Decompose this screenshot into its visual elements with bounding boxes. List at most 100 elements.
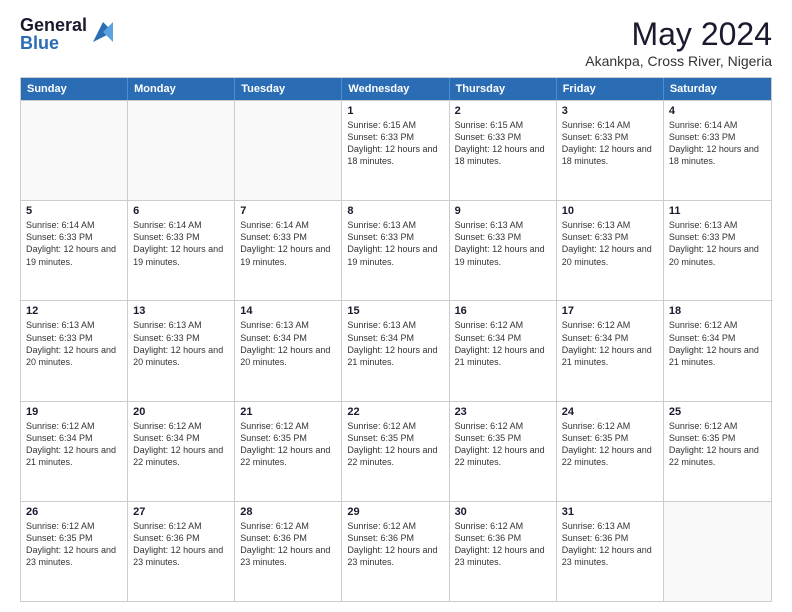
day-info: Sunrise: 6:14 AMSunset: 6:33 PMDaylight:…: [562, 119, 658, 168]
calendar-cell: 7Sunrise: 6:14 AMSunset: 6:33 PMDaylight…: [235, 201, 342, 300]
calendar-cell: [235, 101, 342, 200]
day-info: Sunrise: 6:13 AMSunset: 6:33 PMDaylight:…: [133, 319, 229, 368]
day-number: 12: [26, 305, 122, 317]
day-number: 23: [455, 406, 551, 418]
calendar-cell: 5 Sunrise: 6:14 AMSunset: 6:33 PMDaylight…: [21, 201, 128, 300]
day-number: 18: [669, 305, 766, 317]
calendar-cell: 29 Sunrise: 6:12 AMSunset: 6:36 PMDayligh…: [342, 502, 449, 601]
month-year: May 2024: [585, 16, 772, 53]
day-info: Sunrise: 6:13 AMSunset: 6:33 PMDaylight:…: [562, 219, 658, 268]
calendar-cell: 19 Sunrise: 6:12 AMSunset: 6:34 PMDayligh…: [21, 402, 128, 501]
calendar-header-cell: Thursday: [450, 78, 557, 100]
calendar-cell: 17 Sunrise: 6:12 AMSunset: 6:34 PMDayligh…: [557, 301, 664, 400]
calendar-header-cell: Wednesday: [342, 78, 449, 100]
day-number: 5: [26, 205, 122, 217]
day-info: Sunrise: 6:14 AMSunset: 6:33 PMDaylight:…: [26, 219, 122, 268]
day-number: 19: [26, 406, 122, 418]
calendar-cell: 20 Sunrise: 6:12 AMSunset: 6:34 PMDayligh…: [128, 402, 235, 501]
day-info: Sunrise: 6:12 AMSunset: 6:36 PMDaylight:…: [133, 520, 229, 569]
day-number: 7: [240, 205, 336, 217]
calendar-header-cell: Monday: [128, 78, 235, 100]
header: General Blue May 2024 Akankpa, Cross Riv…: [20, 16, 772, 69]
day-number: 6: [133, 205, 229, 217]
calendar-cell: 25Sunrise: 6:12 AMSunset: 6:35 PMDayligh…: [664, 402, 771, 501]
calendar-cell: 10 Sunrise: 6:13 AMSunset: 6:33 PMDayligh…: [557, 201, 664, 300]
calendar-cell: 23 Sunrise: 6:12 AMSunset: 6:35 PMDayligh…: [450, 402, 557, 501]
day-number: 26: [26, 506, 122, 518]
calendar-cell: 31Sunrise: 6:13 AMSunset: 6:36 PMDayligh…: [557, 502, 664, 601]
day-info: Sunrise: 6:12 AMSunset: 6:35 PMDaylight:…: [455, 420, 551, 469]
day-info: Sunrise: 6:14 AMSunset: 6:33 PMDaylight:…: [669, 119, 766, 168]
day-info: Sunrise: 6:12 AMSunset: 6:35 PMDaylight:…: [669, 420, 766, 469]
day-number: 20: [133, 406, 229, 418]
calendar-cell: 1Sunrise: 6:15 AMSunset: 6:33 PMDaylight…: [342, 101, 449, 200]
day-info: Sunrise: 6:14 AMSunset: 6:33 PMDaylight:…: [133, 219, 229, 268]
day-info: Sunrise: 6:12 AMSunset: 6:34 PMDaylight:…: [133, 420, 229, 469]
calendar-row: 1Sunrise: 6:15 AMSunset: 6:33 PMDaylight…: [21, 100, 771, 200]
day-number: 4: [669, 105, 766, 117]
day-info: Sunrise: 6:12 AMSunset: 6:36 PMDaylight:…: [240, 520, 336, 569]
day-info: Sunrise: 6:13 AMSunset: 6:33 PMDaylight:…: [669, 219, 766, 268]
day-info: Sunrise: 6:12 AMSunset: 6:34 PMDaylight:…: [562, 319, 658, 368]
day-info: Sunrise: 6:12 AMSunset: 6:35 PMDaylight:…: [347, 420, 443, 469]
logo-text: General Blue: [20, 16, 87, 52]
calendar-cell: 22Sunrise: 6:12 AMSunset: 6:35 PMDayligh…: [342, 402, 449, 501]
logo: General Blue: [20, 16, 117, 52]
calendar-header-cell: Tuesday: [235, 78, 342, 100]
calendar-row: 19 Sunrise: 6:12 AMSunset: 6:34 PMDayligh…: [21, 401, 771, 501]
calendar-cell: 15 Sunrise: 6:13 AMSunset: 6:34 PMDayligh…: [342, 301, 449, 400]
day-info: Sunrise: 6:12 AMSunset: 6:35 PMDaylight:…: [562, 420, 658, 469]
calendar-cell: 16Sunrise: 6:12 AMSunset: 6:34 PMDayligh…: [450, 301, 557, 400]
day-number: 17: [562, 305, 658, 317]
calendar-cell: 8 Sunrise: 6:13 AMSunset: 6:33 PMDaylight…: [342, 201, 449, 300]
day-number: 2: [455, 105, 551, 117]
day-info: Sunrise: 6:13 AMSunset: 6:34 PMDaylight:…: [347, 319, 443, 368]
calendar-row: 5 Sunrise: 6:14 AMSunset: 6:33 PMDaylight…: [21, 200, 771, 300]
calendar-row: 26 Sunrise: 6:12 AMSunset: 6:35 PMDayligh…: [21, 501, 771, 601]
day-number: 27: [133, 506, 229, 518]
calendar-cell: [21, 101, 128, 200]
calendar-cell: 6 Sunrise: 6:14 AMSunset: 6:33 PMDaylight…: [128, 201, 235, 300]
day-info: Sunrise: 6:12 AMSunset: 6:36 PMDaylight:…: [347, 520, 443, 569]
calendar-header-cell: Friday: [557, 78, 664, 100]
day-info: Sunrise: 6:12 AMSunset: 6:35 PMDaylight:…: [26, 520, 122, 569]
calendar-cell: 11 Sunrise: 6:13 AMSunset: 6:33 PMDayligh…: [664, 201, 771, 300]
day-info: Sunrise: 6:13 AMSunset: 6:33 PMDaylight:…: [455, 219, 551, 268]
calendar-body: 1Sunrise: 6:15 AMSunset: 6:33 PMDaylight…: [21, 100, 771, 601]
day-info: Sunrise: 6:15 AMSunset: 6:33 PMDaylight:…: [347, 119, 443, 168]
calendar-header: SundayMondayTuesdayWednesdayThursdayFrid…: [21, 78, 771, 100]
calendar-cell: 28 Sunrise: 6:12 AMSunset: 6:36 PMDayligh…: [235, 502, 342, 601]
day-number: 15: [347, 305, 443, 317]
day-number: 11: [669, 205, 766, 217]
day-number: 29: [347, 506, 443, 518]
calendar-cell: [664, 502, 771, 601]
day-number: 9: [455, 205, 551, 217]
day-info: Sunrise: 6:12 AMSunset: 6:36 PMDaylight:…: [455, 520, 551, 569]
day-info: Sunrise: 6:12 AMSunset: 6:34 PMDaylight:…: [669, 319, 766, 368]
day-number: 10: [562, 205, 658, 217]
day-number: 24: [562, 406, 658, 418]
location: Akankpa, Cross River, Nigeria: [585, 53, 772, 69]
day-info: Sunrise: 6:12 AMSunset: 6:34 PMDaylight:…: [26, 420, 122, 469]
calendar-cell: 27 Sunrise: 6:12 AMSunset: 6:36 PMDayligh…: [128, 502, 235, 601]
day-info: Sunrise: 6:13 AMSunset: 6:33 PMDaylight:…: [347, 219, 443, 268]
logo-blue: Blue: [20, 34, 87, 52]
day-number: 28: [240, 506, 336, 518]
calendar: SundayMondayTuesdayWednesdayThursdayFrid…: [20, 77, 772, 602]
calendar-cell: 21Sunrise: 6:12 AMSunset: 6:35 PMDayligh…: [235, 402, 342, 501]
title-block: May 2024 Akankpa, Cross River, Nigeria: [585, 16, 772, 69]
day-info: Sunrise: 6:13 AMSunset: 6:33 PMDaylight:…: [26, 319, 122, 368]
day-info: Sunrise: 6:15 AMSunset: 6:33 PMDaylight:…: [455, 119, 551, 168]
day-number: 8: [347, 205, 443, 217]
calendar-cell: 30 Sunrise: 6:12 AMSunset: 6:36 PMDayligh…: [450, 502, 557, 601]
calendar-header-cell: Sunday: [21, 78, 128, 100]
day-number: 30: [455, 506, 551, 518]
calendar-cell: 2 Sunrise: 6:15 AMSunset: 6:33 PMDaylight…: [450, 101, 557, 200]
day-number: 21: [240, 406, 336, 418]
calendar-cell: 18 Sunrise: 6:12 AMSunset: 6:34 PMDayligh…: [664, 301, 771, 400]
calendar-cell: 9 Sunrise: 6:13 AMSunset: 6:33 PMDaylight…: [450, 201, 557, 300]
calendar-cell: 26 Sunrise: 6:12 AMSunset: 6:35 PMDayligh…: [21, 502, 128, 601]
logo-icon: [89, 18, 117, 46]
day-info: Sunrise: 6:12 AMSunset: 6:34 PMDaylight:…: [455, 319, 551, 368]
calendar-cell: 12 Sunrise: 6:13 AMSunset: 6:33 PMDayligh…: [21, 301, 128, 400]
